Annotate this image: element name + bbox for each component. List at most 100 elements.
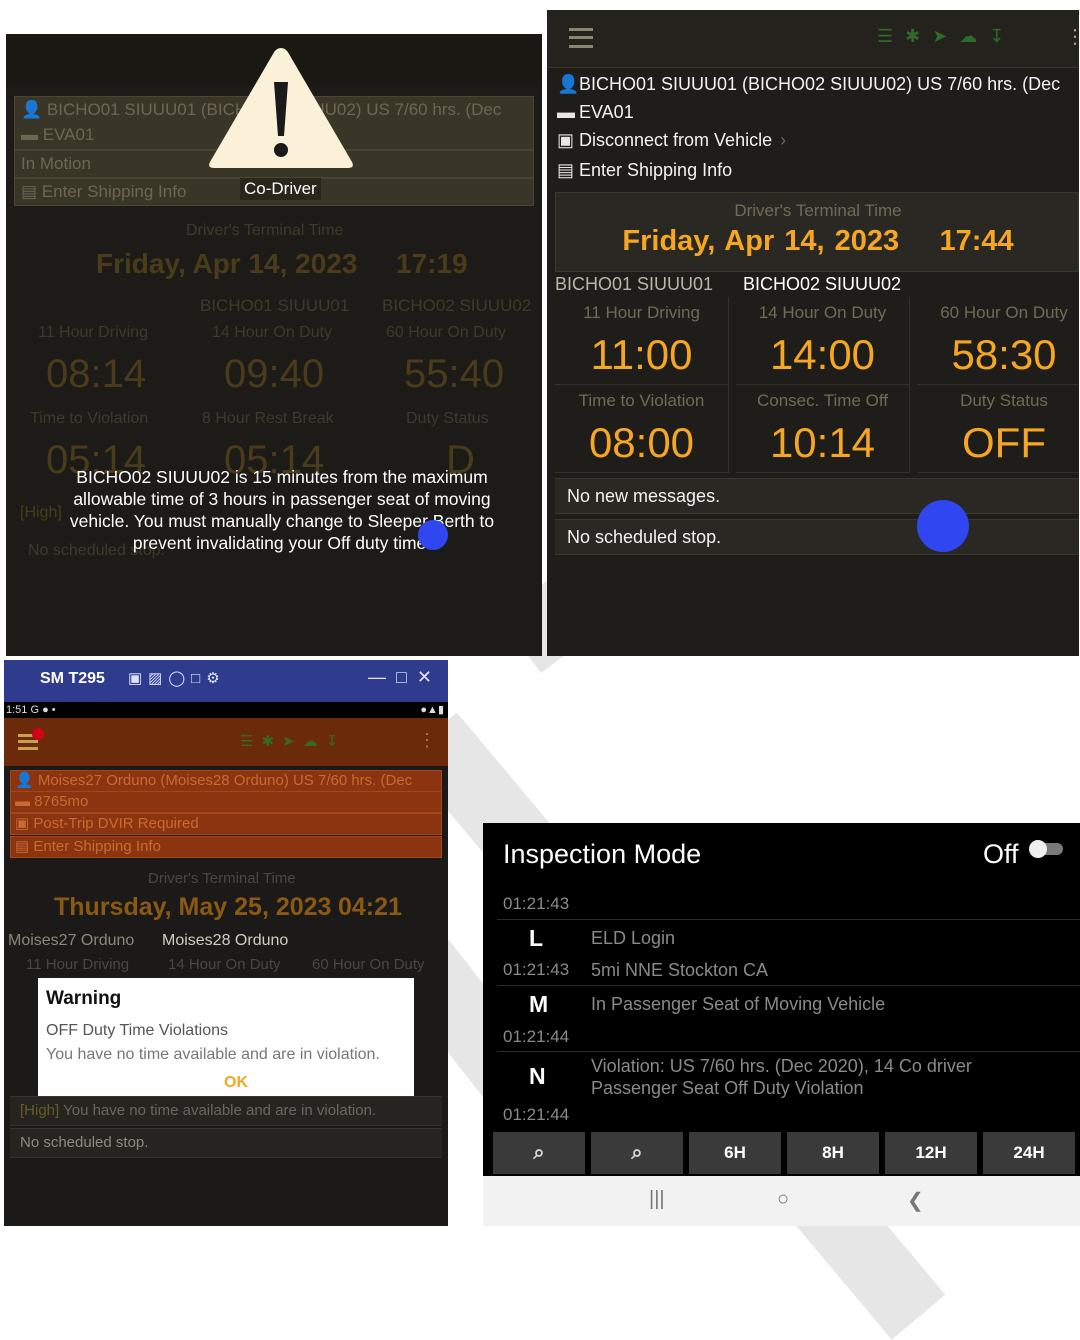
notification-badge	[32, 728, 44, 740]
event-time: 01:21:43	[503, 894, 570, 913]
window-title: SM T295	[40, 670, 105, 687]
emulator-window: SM T295 ▣▨◯□⚙ —□✕ 1:51 G ● • ●▲▮ ☰✱➤☁↧ ⋮ …	[4, 660, 448, 1226]
window-titlebar: SM T295 ▣▨◯□⚙ —□✕	[4, 660, 448, 702]
cell-label: Time to Violation	[30, 410, 149, 427]
document-icon: ▣	[557, 130, 575, 150]
cell-label: 14 Hour On Duty	[212, 324, 333, 341]
hours-cell: 14 Hour On Duty 14:00	[736, 297, 910, 385]
truck-icon: ▬	[15, 793, 35, 810]
dialog-title: Warning	[46, 988, 122, 1009]
status-icons: ☰✱➤☁↧	[240, 733, 347, 750]
scheduled-stop-bar[interactable]: No scheduled stop.	[555, 519, 1079, 555]
more-options-icon[interactable]: ⋮	[418, 730, 436, 751]
more-options-icon[interactable]: ⋮	[1065, 24, 1079, 49]
recent-apps-icon[interactable]: |||	[649, 1188, 665, 1211]
status-icons: ☰✱➤☁↧	[877, 26, 1017, 46]
hours-cell: 60 Hour On Duty 58:30	[917, 297, 1079, 385]
vehicle-line: ▬ EVA01	[557, 102, 634, 122]
terminal-time: 17:19	[396, 248, 468, 279]
shipping-icon: ▤	[21, 182, 42, 201]
high-priority-bar[interactable]: [High] You have no time available and ar…	[10, 1096, 442, 1126]
terminal-label: Driver's Terminal Time	[186, 222, 344, 239]
event-text: ELD Login	[591, 928, 676, 948]
cell-label: 11 Hour Driving	[26, 956, 130, 973]
dialog-heading: OFF Duty Time Violations	[46, 1022, 228, 1039]
event-code: N	[529, 1063, 546, 1089]
cell-value: 08:14	[46, 352, 147, 396]
ok-button[interactable]: OK	[224, 1074, 248, 1092]
android-nav-bar: ||| ○ ❮	[483, 1176, 1080, 1226]
driver-name-1: BICHO01 SIUUU01	[200, 296, 350, 315]
android-status-bar: 1:51 G ● • ●▲▮	[4, 702, 448, 718]
signal-icons: ●▲▮	[420, 704, 444, 716]
terminal-date: Thursday, May 25, 2023	[54, 893, 332, 921]
toggle-label: Off	[983, 839, 1019, 869]
zoom-8h-button[interactable]: 8H	[787, 1132, 879, 1174]
inspection-toggle[interactable]	[1029, 840, 1063, 858]
driver-name-1[interactable]: BICHO01 SIUUU01	[555, 274, 713, 295]
divider	[497, 919, 1080, 920]
hours-cell: 11 Hour Driving 11:00	[555, 297, 729, 385]
menu-icon[interactable]	[569, 28, 593, 48]
cell-label: 60 Hour On Duty	[312, 956, 425, 973]
toggle-knob	[1029, 840, 1047, 858]
cell-value: 09:40	[224, 352, 325, 396]
event-time: 01:21:43	[503, 960, 570, 979]
terminal-label: Driver's Terminal Time	[148, 870, 296, 887]
emulator-tools[interactable]: ▣▨◯□⚙	[128, 669, 226, 687]
zoom-out-icon[interactable]: ⌕	[591, 1132, 683, 1174]
divider	[497, 985, 1080, 986]
driver-name-1[interactable]: Moises27 Orduno	[8, 932, 134, 950]
shipping-icon: ▤	[557, 160, 575, 180]
page-title: Inspection Mode	[503, 839, 702, 869]
app-toolbar: ☰✱➤☁↧ ⋮	[4, 718, 448, 766]
cell-value: 55:40	[404, 352, 505, 396]
person-icon: 👤	[557, 74, 580, 94]
messages-bar[interactable]: No new messages.	[555, 478, 1079, 514]
touch-cursor	[917, 500, 969, 552]
app-toolbar: ☰✱➤☁↧ ⋮	[547, 10, 1079, 68]
terminal-label: Driver's Terminal Time	[734, 201, 902, 220]
driver-line: 👤 Moises27 Orduno (Moises28 Orduno) US 7…	[10, 770, 442, 792]
dvir-link[interactable]: ▣ Post-Trip DVIR Required	[10, 813, 442, 835]
driver-line: 👤BICHO01 SIUUU01 (BICHO02 SIUUU02) US 7/…	[557, 74, 1061, 94]
zoom-12h-button[interactable]: 12H	[885, 1132, 977, 1174]
window-controls[interactable]: —□✕	[368, 667, 442, 688]
terminal-time: 04:21	[338, 893, 402, 921]
vehicle-line: ▬ 8765mo	[10, 791, 442, 813]
cell-label: 60 Hour On Duty	[386, 324, 507, 341]
back-icon[interactable]: ❮	[907, 1188, 924, 1213]
event-location: 5mi NNE Stockton CA	[591, 960, 769, 980]
codriver-alert-screen: 👤 BICHO01 SIUUU01 (BICHO02 SIUUU02) US 7…	[6, 34, 542, 656]
event-time: 01:21:44	[503, 1027, 570, 1046]
terminal-datetime: Friday, Apr 14, 2023 17:44	[622, 225, 1014, 257]
shipping-link[interactable]: ▤ Enter Shipping Info	[10, 836, 442, 858]
alert-message: BICHO02 SIUUU02 is 15 minutes from the m…	[69, 467, 495, 553]
zoom-in-icon[interactable]: ⌕	[493, 1132, 585, 1174]
eld-dashboard-screen: ☰✱➤☁↧ ⋮ 👤BICHO01 SIUUU01 (BICHO02 SIUUU0…	[547, 10, 1079, 656]
home-icon[interactable]: ○	[777, 1188, 789, 1211]
driver-name-2[interactable]: BICHO02 SIUUU02	[743, 274, 901, 295]
zoom-24h-button[interactable]: 24H	[983, 1132, 1075, 1174]
disconnect-link[interactable]: ▣ Disconnect from Vehicle ›	[557, 130, 786, 151]
hours-grid: 11 Hour Driving 11:00 14 Hour On Duty 14:0…	[555, 297, 1079, 473]
dialog-body: You have no time available and are in vi…	[46, 1046, 380, 1063]
terminal-date: Friday, Apr 14, 2023	[96, 248, 358, 279]
event-text: Violation: US 7/60 hrs. (Dec 2020), 14 C…	[591, 1056, 972, 1098]
truck-icon: ▬	[21, 125, 43, 144]
warning-dialog: Warning OFF Duty Time Violations You hav…	[38, 978, 414, 1108]
truck-icon: ▬	[557, 102, 575, 122]
inspection-mode-screen: Inspection Mode Off 01:21:43 L ELD Login…	[483, 823, 1080, 1226]
shipping-link[interactable]: ▤ Enter Shipping Info	[557, 160, 732, 181]
terminal-time-box: Driver's Terminal Time Friday, Apr 14, 2…	[555, 192, 1079, 272]
alert-title: Co-Driver	[240, 178, 321, 200]
driver-name-2[interactable]: Moises28 Orduno	[162, 932, 288, 950]
scheduled-stop-bar[interactable]: No scheduled stop.	[10, 1128, 442, 1158]
shipping-icon: ▤	[15, 838, 34, 855]
touch-cursor	[418, 520, 448, 550]
zoom-toolbar: ⌕ ⌕ 6H 8H 12H 24H	[493, 1132, 1080, 1174]
cell-label: Duty Status	[406, 410, 489, 427]
zoom-6h-button[interactable]: 6H	[689, 1132, 781, 1174]
hours-cell: Time to Violation 08:00	[555, 385, 729, 473]
event-time: 01:21:44	[503, 1105, 570, 1124]
